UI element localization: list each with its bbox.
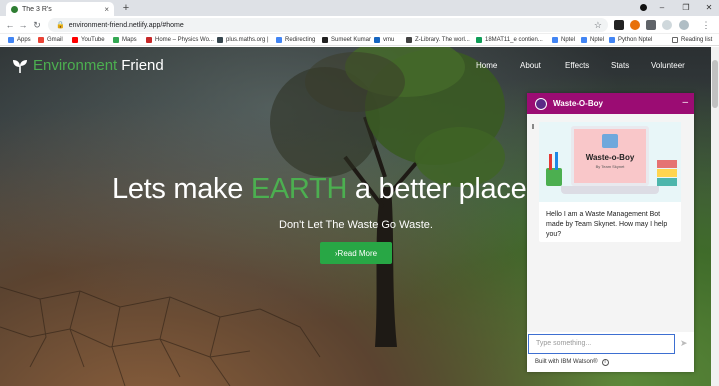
bookmark-vmu[interactable]: vmu <box>374 34 394 46</box>
nav-effects[interactable]: Effects <box>565 61 589 70</box>
browser-toolbar: ← → ↻ 🔒 environment-friend.netlify.app/#… <box>0 16 719 34</box>
browser-window: { "browser": { "tab_title": "The 3 R's",… <box>0 0 719 386</box>
minimize-button[interactable]: – <box>656 1 668 15</box>
tab-strip: The 3 R's × + – ❐ ✕ <box>0 0 719 16</box>
chat-scroll-indicator[interactable] <box>532 124 534 129</box>
bookmark-gmail[interactable]: Gmail <box>38 34 63 46</box>
extension-icon[interactable] <box>662 20 672 30</box>
bookmark-zlibrary[interactable]: Z-Library. The worl... <box>406 34 470 46</box>
bookmark-nptel[interactable]: Nptel <box>552 34 575 46</box>
google-icon <box>581 37 587 43</box>
bot-message-text: Hello I am a Waste Management Bot made b… <box>546 211 668 238</box>
bookmark-nptel[interactable]: Nptel <box>581 34 604 46</box>
sprout-icon <box>13 59 27 73</box>
back-button[interactable]: ← <box>4 18 16 32</box>
laptop-base <box>561 186 659 194</box>
maps-icon <box>113 37 119 43</box>
apps-icon <box>8 37 14 43</box>
bookmark-plus-maths[interactable]: plus.maths.org | <box>217 34 269 46</box>
extension-icon[interactable] <box>630 20 640 30</box>
close-window-button[interactable]: ✕ <box>703 1 715 15</box>
hero-earth: EARTH <box>250 173 348 205</box>
reload-button[interactable]: ↻ <box>31 18 43 32</box>
hero-subtitle: Don't Let The Waste Go Waste. <box>279 219 433 231</box>
url-text: environment-friend.netlify.app/#home <box>68 21 184 29</box>
bookmark-youtube[interactable]: YouTube <box>72 34 105 46</box>
google-icon <box>552 37 558 43</box>
forward-button[interactable]: → <box>17 18 29 32</box>
address-bar[interactable]: 🔒 environment-friend.netlify.app/#home ☆ <box>48 18 608 32</box>
bookmark-18mat11[interactable]: 18MAT11_e contien... <box>476 34 543 46</box>
bot-avatar <box>535 97 547 110</box>
chat-message-input[interactable]: Type something... <box>528 334 675 354</box>
physics-icon <box>146 37 152 43</box>
pencil-cup-icon <box>546 152 562 186</box>
hero-headline: Lets make EARTH a better place t <box>112 173 542 205</box>
card-subtitle: By Team Skynet <box>595 164 625 169</box>
maximize-button[interactable]: ❐ <box>680 1 692 15</box>
nav-stats[interactable]: Stats <box>611 61 629 70</box>
google-icon <box>276 37 282 43</box>
puzzle-icon[interactable] <box>646 20 656 30</box>
bookmark-apps[interactable]: Apps <box>8 34 31 46</box>
zlibrary-icon <box>406 37 412 43</box>
recycle-icon <box>11 5 18 13</box>
card-title: Waste-o-Boy <box>585 153 635 162</box>
bookmark-sumeet[interactable]: Sumeet Kumar <box>322 34 371 46</box>
extension-icon[interactable] <box>614 20 624 30</box>
lock-icon: 🔒 <box>56 22 65 29</box>
bookmark-maps[interactable]: Maps <box>113 34 137 46</box>
chat-minimize-button[interactable]: – <box>682 96 688 110</box>
plus-maths-icon <box>217 37 223 43</box>
tab-close-icon[interactable]: × <box>104 5 109 14</box>
drive-icon <box>476 37 482 43</box>
youtube-icon <box>72 37 78 43</box>
site-logo[interactable]: Environment Friend <box>12 57 164 74</box>
laptop-illustration: Waste-o-Boy By Team Skynet <box>571 126 649 186</box>
nav-home[interactable]: Home <box>476 61 497 70</box>
reading-list[interactable]: Reading list <box>672 34 712 46</box>
bookmark-star-icon[interactable]: ☆ <box>594 18 602 32</box>
page-scroll-thumb[interactable] <box>712 60 718 108</box>
google-icon <box>609 37 615 43</box>
profile-avatar[interactable] <box>679 20 689 30</box>
chat-messages: Waste-o-Boy By Team Skynet Hello I am a … <box>527 114 694 332</box>
chat-header: Waste-O-Boy – <box>527 93 694 114</box>
tab-the-3-rs[interactable]: The 3 R's × <box>6 2 114 16</box>
read-more-button[interactable]: ›Read More <box>320 242 392 264</box>
chat-footer: Built with IBM Watson® i <box>535 359 609 366</box>
brand-name-environment: Environment <box>33 57 118 74</box>
new-tab-button[interactable]: + <box>121 1 131 15</box>
brand-name-friend: Friend <box>121 57 164 74</box>
info-icon[interactable]: i <box>601 359 609 366</box>
sumeet-icon <box>322 37 328 43</box>
bot-banner-image: Waste-o-Boy By Team Skynet <box>539 122 681 202</box>
bookmark-redirecting[interactable]: Redirecting <box>276 34 315 46</box>
bookmark-physics[interactable]: Home – Physics Wo... <box>146 34 214 46</box>
bookmarks-bar: Apps Gmail YouTube Maps Home – Physics W… <box>0 34 719 46</box>
bookmark-python-nptel[interactable]: Python Nptel <box>609 34 652 46</box>
nav-about[interactable]: About <box>520 61 541 70</box>
record-icon[interactable] <box>640 4 647 11</box>
chatbot-widget: Waste-O-Boy – Waste-o-Boy By Team Skynet <box>527 93 694 372</box>
bot-message-card: Waste-o-Boy By Team Skynet Hello I am a … <box>539 122 681 242</box>
gmail-icon <box>38 37 44 43</box>
tab-title: The 3 R's <box>22 5 52 13</box>
chat-title: Waste-O-Boy <box>553 99 603 108</box>
send-icon[interactable]: ➤ <box>680 338 688 349</box>
books-icon <box>657 160 677 186</box>
bot-character-icon <box>602 134 618 148</box>
menu-icon[interactable]: ⋮ <box>700 18 712 32</box>
reading-list-icon <box>672 37 678 43</box>
nav-volunteer[interactable]: Volunteer <box>651 61 685 70</box>
vmu-icon <box>374 37 380 43</box>
